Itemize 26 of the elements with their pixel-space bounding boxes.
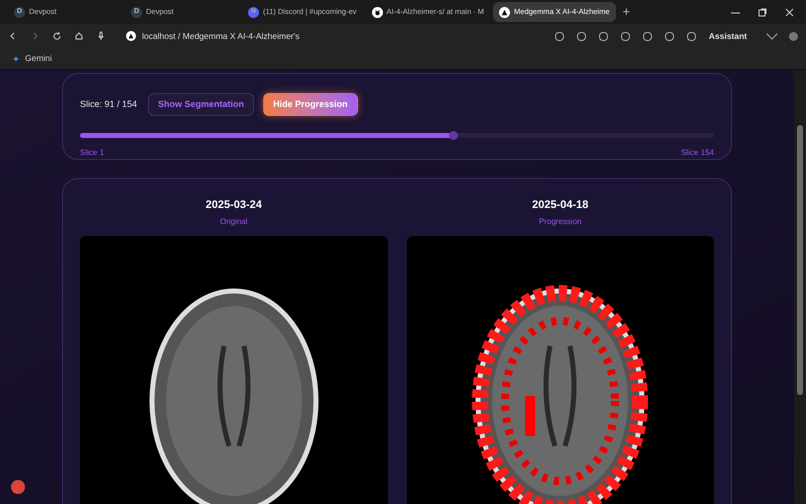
sparkle-icon (12, 54, 20, 62)
close-icon[interactable] (785, 8, 794, 16)
site-icon (126, 31, 136, 41)
reload-icon[interactable] (52, 31, 62, 41)
scan-date: 2025-04-18 (532, 198, 588, 213)
new-tab-button[interactable]: + (622, 2, 630, 22)
assistant-button[interactable]: Assistant (708, 30, 747, 42)
slider-min-label: Slice 1 (80, 147, 104, 159)
slider-thumb[interactable] (448, 131, 458, 140)
address-bar[interactable]: localhost / Medgemma X AI-4-Alzheimer's (142, 30, 300, 42)
slider-max-label: Slice 154 (681, 147, 714, 159)
floating-action-icon[interactable] (11, 480, 25, 494)
scan-date: 2025-03-24 (206, 198, 262, 213)
scan-caption: Original (220, 216, 248, 228)
scrollbar[interactable] (794, 70, 806, 504)
toggle-button[interactable]: Show Segmentation (148, 93, 254, 116)
scan-caption: Progression (538, 216, 582, 228)
bookmark-link[interactable]: Gemini (25, 52, 52, 65)
restore-icon[interactable] (758, 8, 767, 16)
microphone-icon[interactable] (96, 31, 106, 41)
profile-icon[interactable] (789, 32, 798, 40)
cat-icon (372, 6, 383, 18)
slice-slider[interactable] (80, 133, 714, 138)
home-icon[interactable] (74, 31, 84, 41)
slice-counter: Slice: 91 / 154 (80, 98, 138, 111)
triangle-icon (499, 6, 510, 18)
